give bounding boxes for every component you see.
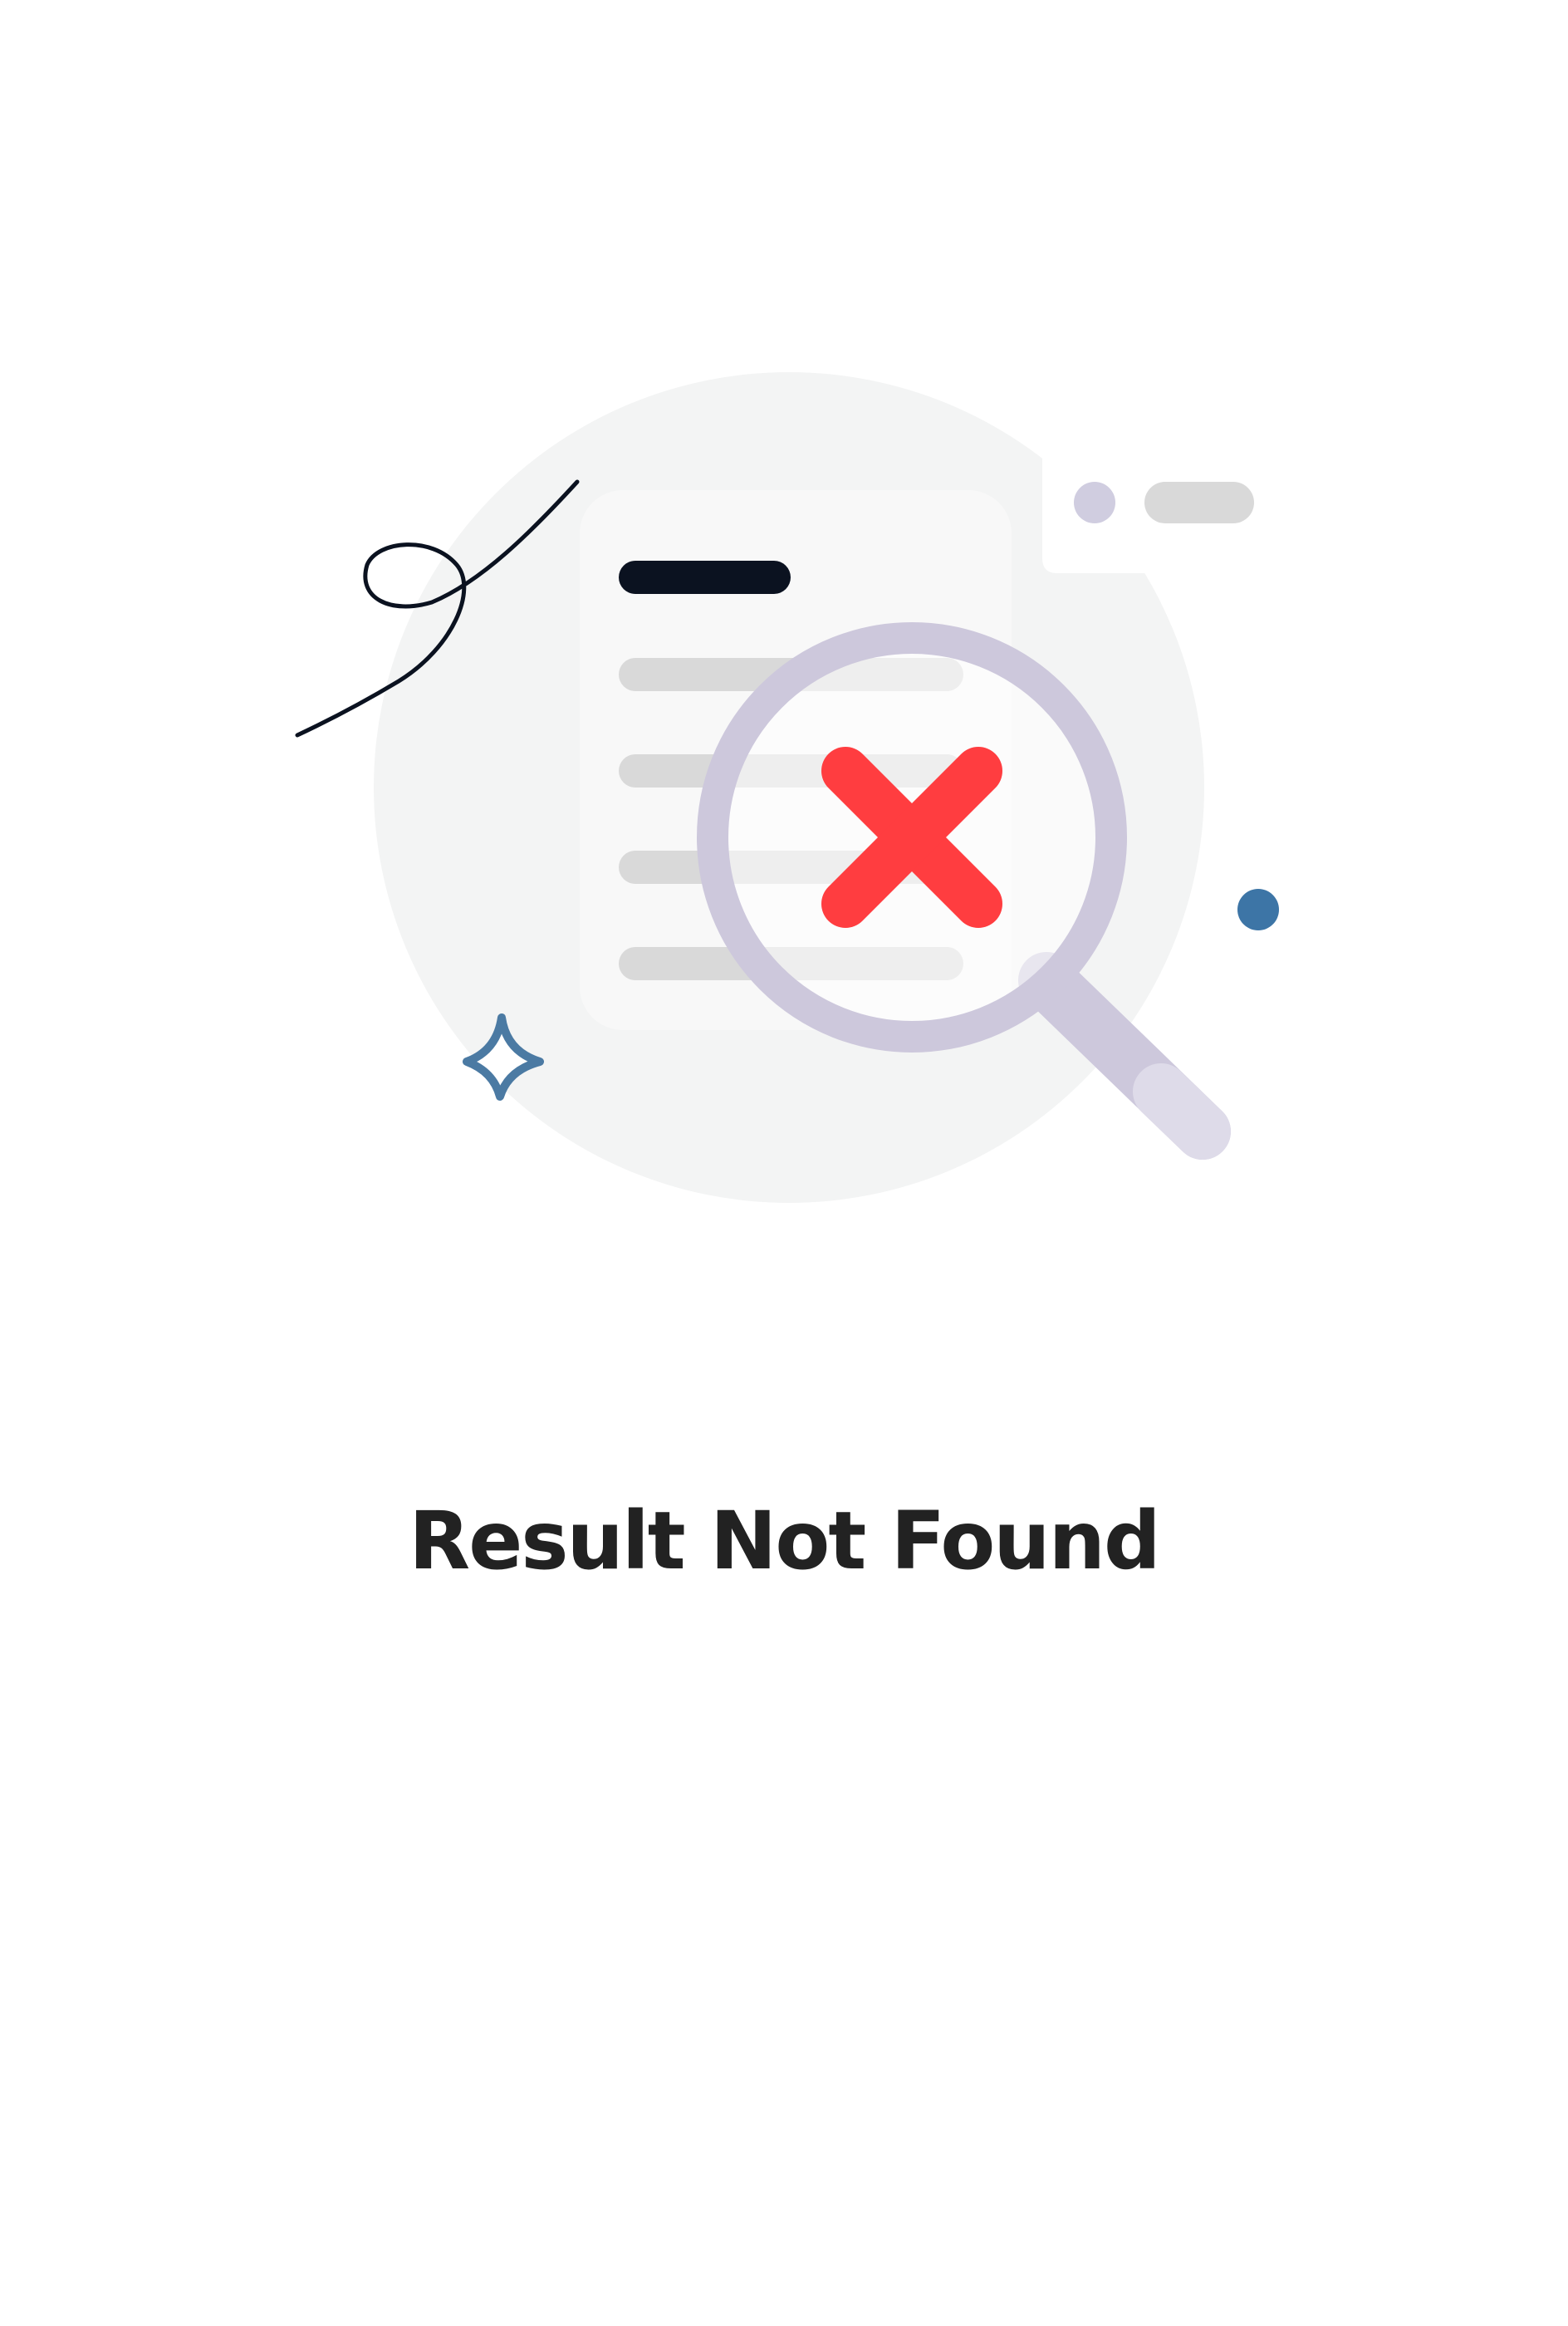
document-header-line — [619, 561, 791, 594]
gray-pill — [1144, 482, 1254, 523]
no-result-illustration — [295, 372, 1279, 1203]
lavender-dot — [1074, 482, 1115, 523]
empty-state-title: Result Not Found — [409, 1494, 1160, 1587]
magnifier-handle-tip — [1133, 1063, 1231, 1160]
blue-dot — [1237, 889, 1279, 930]
